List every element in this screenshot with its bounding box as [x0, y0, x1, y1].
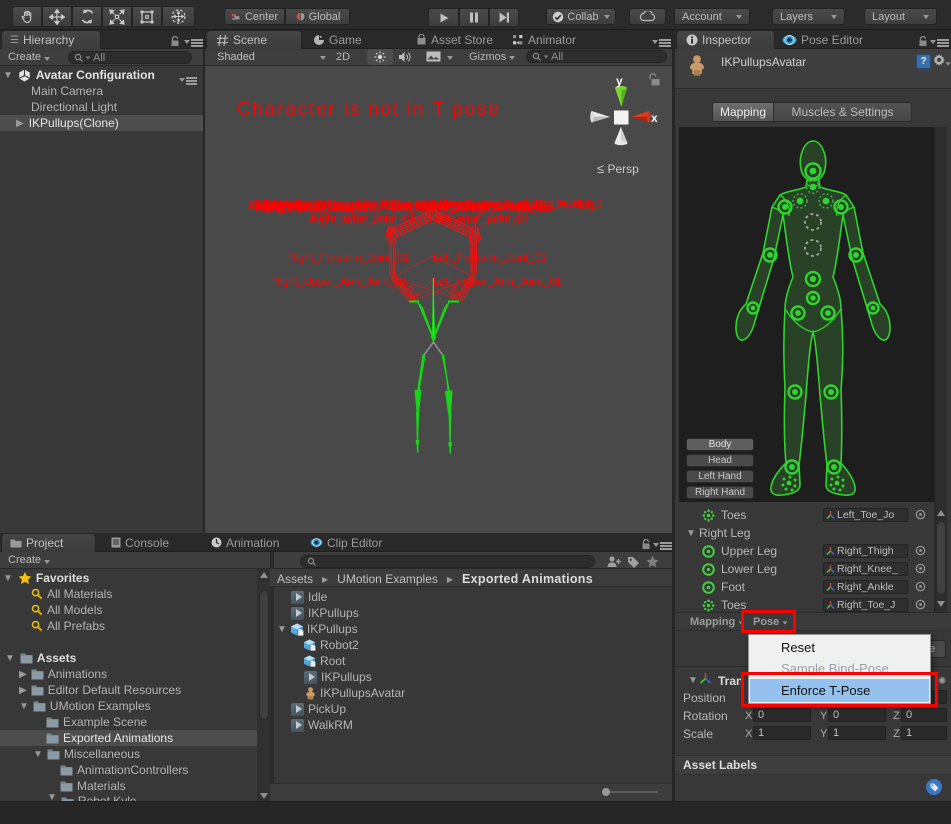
svg-text:y: y — [616, 74, 623, 88]
svg-text:x: x — [651, 111, 658, 125]
